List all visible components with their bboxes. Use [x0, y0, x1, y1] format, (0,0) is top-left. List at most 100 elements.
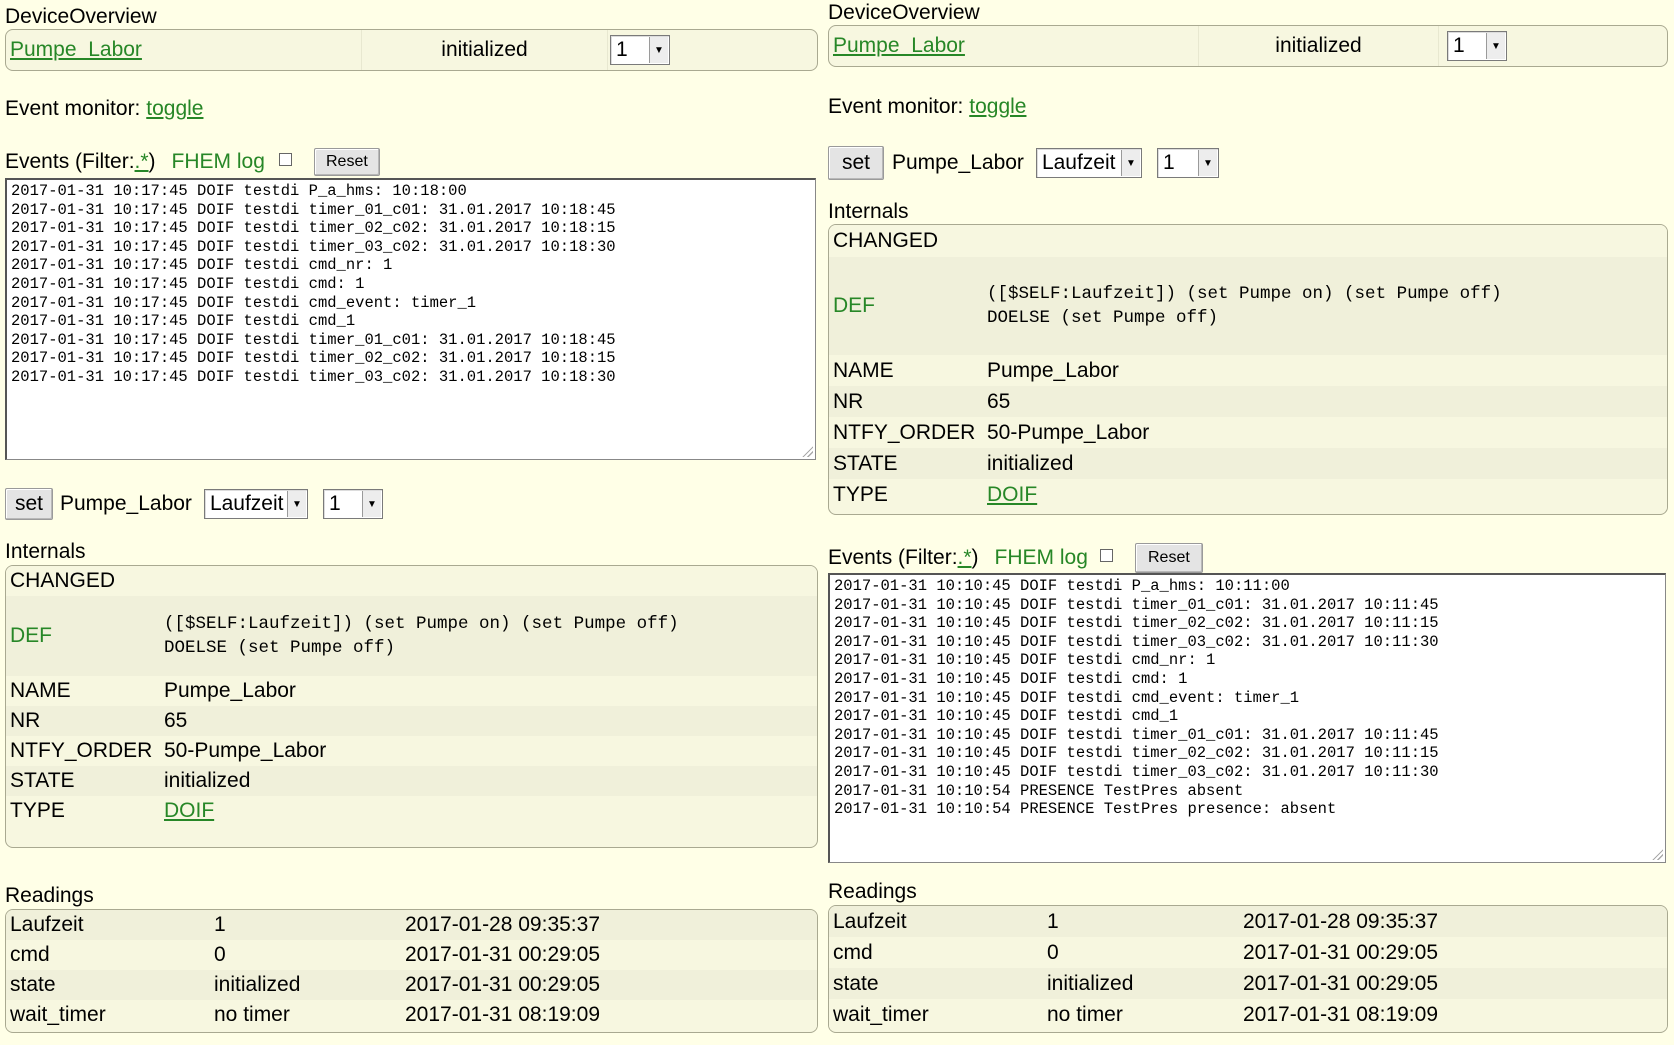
resize-grip-icon[interactable] [801, 445, 813, 457]
internals-row-def: DEF ([$SELF:Laufzeit]) (set Pumpe on) (s… [6, 596, 817, 676]
event-line: 2017-01-31 10:10:45 DOIF testdi timer_02… [834, 744, 1439, 763]
events-filter-link[interactable]: .* [135, 150, 149, 174]
device-overview-title: DeviceOverview [5, 5, 157, 28]
event-line: 2017-01-31 10:17:45 DOIF testdi P_a_hms:… [11, 182, 467, 200]
set-button[interactable]: set [5, 488, 53, 520]
chevron-down-icon: ▼ [1120, 150, 1140, 176]
def-line-2: DOELSE (set Pumpe off) [164, 638, 396, 658]
set-value-select[interactable]: 1 ▼ [322, 489, 383, 519]
event-monitor: Event monitor: toggle [828, 95, 1027, 118]
def-line-2: DOELSE (set Pumpe off) [987, 308, 1219, 328]
event-line: 2017-01-31 10:10:45 DOIF testdi timer_02… [834, 614, 1439, 633]
readings-table: Laufzeit 1 2017-01-28 09:35:37 cmd 0 2017-01… [5, 909, 818, 1033]
device-overview-select[interactable]: 1 ▼ [1447, 31, 1507, 61]
chevron-down-icon: ▼ [649, 37, 668, 63]
readings-title: Readings [828, 880, 917, 903]
readings-row: state initialized 2017-01-31 00:29:05 [6, 970, 817, 1000]
set-value-select[interactable]: 1 ▼ [1156, 148, 1219, 178]
event-line: 2017-01-31 10:17:45 DOIF testdi timer_01… [11, 330, 616, 349]
set-row: set Pumpe_Labor Laufzeit ▼ 1 ▼ [828, 146, 1219, 180]
set-device-label: Pumpe_Labor [892, 151, 1024, 174]
device-overview-name-cell: Pumpe_Labor [829, 26, 1199, 66]
event-line: 2017-01-31 10:10:45 DOIF testdi timer_01… [834, 595, 1439, 614]
internals-row-type: TYPE DOIF [829, 479, 1667, 510]
readings-row: wait_timer no timer 2017-01-31 08:19:09 [6, 1000, 817, 1030]
event-line: 2017-01-31 10:10:45 DOIF testdi timer_01… [834, 725, 1439, 744]
event-line: 2017-01-31 10:10:54 PRESENCE TestPres pr… [834, 800, 1337, 819]
chevron-down-icon: ▼ [1486, 33, 1505, 59]
event-line: 2017-01-31 10:10:54 PRESENCE TestPres ab… [834, 781, 1244, 800]
internals-row: NR 65 [6, 706, 817, 736]
event-monitor: Event monitor: toggle [5, 97, 204, 120]
readings-row: cmd 0 2017-01-31 00:29:05 [6, 940, 817, 970]
event-line: 2017-01-31 10:17:45 DOIF testdi timer_03… [11, 367, 616, 386]
readings-row: Laufzeit 1 2017-01-28 09:35:37 [6, 910, 817, 940]
chevron-down-icon: ▼ [1197, 150, 1217, 176]
readings-table: Laufzeit 1 2017-01-28 09:35:37 cmd 0 2017-01… [828, 905, 1668, 1033]
internals-row: NTFY_ORDER 50-Pumpe_Labor [829, 417, 1667, 448]
internals-row: STATE initialized [6, 766, 817, 796]
events-log[interactable]: 2017-01-31 10:10:45 DOIF testdi P_a_hms:… [828, 573, 1666, 863]
readings-title: Readings [5, 884, 94, 907]
events-filter-link[interactable]: .* [958, 546, 972, 570]
device-overview-title: DeviceOverview [828, 1, 980, 24]
device-overview-name-cell: Pumpe_Labor [6, 30, 362, 70]
event-line: 2017-01-31 10:17:45 DOIF testdi timer_01… [11, 200, 616, 219]
resize-grip-icon[interactable] [1651, 848, 1663, 860]
device-state: initialized [1199, 26, 1439, 66]
events-header: Events (Filter: .*) FHEM log Reset [828, 543, 1203, 573]
device-overview-box: Pumpe_Labor initialized 1 ▼ [828, 25, 1668, 67]
events-log[interactable]: 2017-01-31 10:17:45 DOIF testdi P_a_hms:… [5, 178, 816, 460]
set-row: set Pumpe_Labor Laufzeit ▼ 1 ▼ [5, 488, 383, 520]
internals-row-changed: CHANGED [6, 566, 817, 596]
fhem-log-label: FHEM log [171, 150, 265, 173]
device-overview-select[interactable]: 1 ▼ [610, 35, 670, 65]
fhem-log-label: FHEM log [994, 546, 1088, 569]
internals-row: NAME Pumpe_Labor [829, 355, 1667, 386]
internals-row-type: TYPE DOIF [6, 796, 817, 826]
event-line: 2017-01-31 10:17:45 DOIF testdi cmd: 1 [11, 274, 365, 293]
event-line: 2017-01-31 10:17:45 DOIF testdi cmd_nr: … [11, 256, 393, 275]
internals-row: NR 65 [829, 386, 1667, 417]
device-name-link[interactable]: Pumpe_Labor [833, 34, 965, 58]
event-line: 2017-01-31 10:10:45 DOIF testdi timer_03… [834, 632, 1439, 651]
event-line: 2017-01-31 10:10:45 DOIF testdi timer_03… [834, 762, 1439, 781]
set-device-label: Pumpe_Labor [60, 492, 192, 515]
events-reset-button[interactable]: Reset [313, 148, 380, 176]
event-line: 2017-01-31 10:17:45 DOIF testdi cmd_even… [11, 293, 477, 312]
chevron-down-icon: ▼ [286, 491, 306, 517]
readings-row: Laufzeit 1 2017-01-28 09:35:37 [829, 906, 1667, 937]
chevron-down-icon: ▼ [361, 491, 381, 517]
device-overview-box: Pumpe_Labor initialized 1 ▼ [5, 29, 818, 71]
event-line: 2017-01-31 10:17:45 DOIF testdi cmd_1 [11, 312, 356, 331]
readings-row: cmd 0 2017-01-31 00:29:05 [829, 937, 1667, 968]
event-line: 2017-01-31 10:10:45 DOIF testdi cmd_nr: … [834, 651, 1216, 670]
device-state: initialized [362, 30, 608, 70]
fhem-log-checkbox[interactable] [278, 152, 292, 166]
internals-title: Internals [5, 540, 86, 563]
type-link[interactable]: DOIF [164, 799, 214, 822]
events-reset-button[interactable]: Reset [1134, 543, 1203, 573]
set-button[interactable]: set [828, 146, 884, 180]
def-line-1: ([$SELF:Laufzeit]) (set Pumpe on) (set P… [164, 614, 679, 634]
event-monitor-toggle-link[interactable]: toggle [146, 97, 203, 120]
fhem-log-checkbox[interactable] [1099, 548, 1113, 562]
event-line: 2017-01-31 10:10:45 DOIF testdi cmd_even… [834, 688, 1300, 707]
internals-table: CHANGED DEF ([$SELF:Laufzeit]) (set Pump… [5, 565, 818, 848]
set-attribute-select[interactable]: Laufzeit ▼ [1035, 148, 1142, 178]
internals-table: CHANGED DEF ([$SELF:Laufzeit]) (set Pump… [828, 224, 1668, 515]
device-name-link[interactable]: Pumpe_Labor [10, 38, 142, 62]
event-monitor-toggle-link[interactable]: toggle [969, 95, 1026, 118]
event-line: 2017-01-31 10:10:45 DOIF testdi cmd_1 [834, 707, 1179, 726]
events-header: Events (Filter: .*) FHEM log Reset [5, 148, 380, 176]
readings-row: wait_timer no timer 2017-01-31 08:19:09 [829, 999, 1667, 1030]
internals-row: NAME Pumpe_Labor [6, 676, 817, 706]
set-attribute-select[interactable]: Laufzeit ▼ [203, 489, 308, 519]
event-line: 2017-01-31 10:10:45 DOIF testdi P_a_hms:… [834, 577, 1290, 595]
internals-row-changed: CHANGED [829, 225, 1667, 257]
event-line: 2017-01-31 10:10:45 DOIF testdi cmd: 1 [834, 669, 1188, 688]
def-line-1: ([$SELF:Laufzeit]) (set Pumpe on) (set P… [987, 284, 1502, 304]
readings-row: state initialized 2017-01-31 00:29:05 [829, 968, 1667, 999]
internals-row: STATE initialized [829, 448, 1667, 479]
type-link[interactable]: DOIF [987, 483, 1037, 506]
